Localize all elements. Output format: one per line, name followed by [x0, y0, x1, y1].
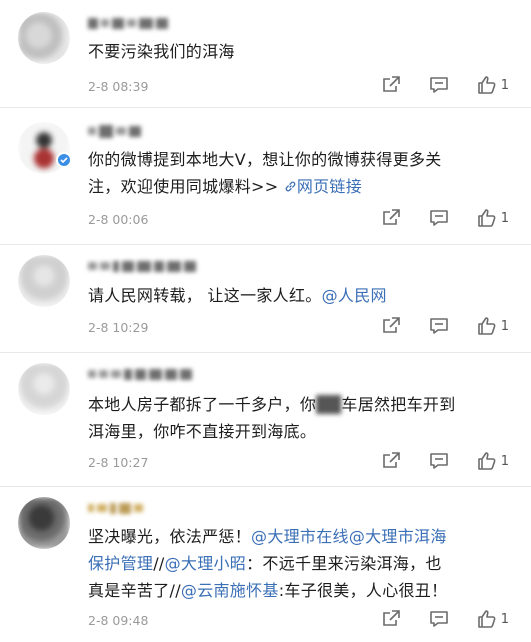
mention-link[interactable]: @人民网 [322, 286, 387, 305]
comment-icon[interactable] [429, 208, 449, 228]
like-count: 1 [500, 77, 509, 93]
comment-icon[interactable] [429, 75, 449, 95]
comment-text: 坚决曝光，依法严惩！@大理市在线@大理市洱海 保护管理//@大理小昭：不远千里来… [88, 527, 448, 600]
username-redacted[interactable] [88, 122, 141, 140]
comment-feed: 不要污染我们的洱海 2-8 08:39 1 你的微博提到本地大V，想让你的微博获… [0, 0, 531, 642]
like-button[interactable]: 1 [477, 609, 509, 629]
comment-item: 本地人房子都拆了一千多户，你██车居然把车开到 洱海里，你咋不直接开到海底。 2… [0, 353, 531, 487]
comment-actions: 1 [381, 75, 509, 95]
link-icon[interactable] [284, 177, 297, 196]
comment-actions: 1 [381, 451, 509, 471]
thumbs-up-icon [477, 317, 496, 335]
repost-icon[interactable] [381, 451, 401, 471]
avatar[interactable] [18, 255, 70, 307]
comment-actions: 1 [381, 609, 509, 629]
comment-time: 2-8 10:27 [88, 455, 149, 470]
comment-time: 2-8 10:29 [88, 320, 149, 335]
mention-link[interactable]: @云南施怀基 [181, 581, 279, 600]
avatar[interactable] [18, 12, 70, 64]
comment-time: 2-8 09:48 [88, 613, 149, 628]
mention-link[interactable]: 保护管理 [88, 554, 153, 573]
comment-text: 本地人房子都拆了一千多户，你██车居然把车开到 洱海里，你咋不直接开到海底。 [88, 395, 456, 441]
avatar[interactable] [18, 497, 70, 549]
mention-link[interactable]: @大理市在线 [251, 527, 349, 546]
like-count: 1 [500, 453, 509, 469]
like-count: 1 [500, 611, 509, 627]
like-button[interactable]: 1 [477, 75, 509, 95]
comment-icon[interactable] [429, 316, 449, 336]
avatar[interactable] [18, 363, 70, 415]
comment-icon[interactable] [429, 451, 449, 471]
username-redacted[interactable] [88, 499, 143, 517]
comment-text: 请人民网转载， 让这一家人红。@人民网 [88, 286, 387, 305]
redacted-text: ██ [316, 395, 342, 414]
comment-item: 不要污染我们的洱海 2-8 08:39 1 [0, 0, 531, 108]
thumbs-up-icon [477, 610, 496, 628]
thumbs-up-icon [477, 209, 496, 227]
repost-icon[interactable] [381, 208, 401, 228]
comment-icon[interactable] [429, 609, 449, 629]
like-button[interactable]: 1 [477, 208, 509, 228]
username-redacted[interactable] [88, 14, 168, 32]
comment-text: 你的微博提到本地大V，想让你的微博获得更多关 注，欢迎使用同城爆料>> 网页链接 [88, 150, 442, 196]
like-count: 1 [500, 318, 509, 334]
thumbs-up-icon [477, 76, 496, 94]
like-button[interactable]: 1 [477, 316, 509, 336]
comment-item: 你的微博提到本地大V，想让你的微博获得更多关 注，欢迎使用同城爆料>> 网页链接… [0, 108, 531, 245]
like-count: 1 [500, 210, 509, 226]
mention-link[interactable]: @大理小昭 [165, 554, 247, 573]
comment-item: 请人民网转载， 让这一家人红。@人民网 2-8 10:29 1 [0, 245, 531, 353]
comment-actions: 1 [381, 316, 509, 336]
comment-time: 2-8 08:39 [88, 79, 149, 94]
repost-icon[interactable] [381, 316, 401, 336]
comment-item: 坚决曝光，依法严惩！@大理市在线@大理市洱海 保护管理//@大理小昭：不远千里来… [0, 487, 531, 642]
repost-icon[interactable] [381, 609, 401, 629]
username-redacted[interactable] [88, 257, 196, 275]
mention-link[interactable]: @大理市洱海 [349, 527, 447, 546]
repost-icon[interactable] [381, 75, 401, 95]
web-link[interactable]: 网页链接 [297, 177, 362, 196]
comment-time: 2-8 00:06 [88, 212, 149, 227]
comment-actions: 1 [381, 208, 509, 228]
comment-text: 不要污染我们的洱海 [88, 42, 235, 61]
verified-badge-icon [56, 152, 72, 168]
thumbs-up-icon [477, 452, 496, 470]
like-button[interactable]: 1 [477, 451, 509, 471]
username-redacted[interactable] [88, 365, 192, 383]
